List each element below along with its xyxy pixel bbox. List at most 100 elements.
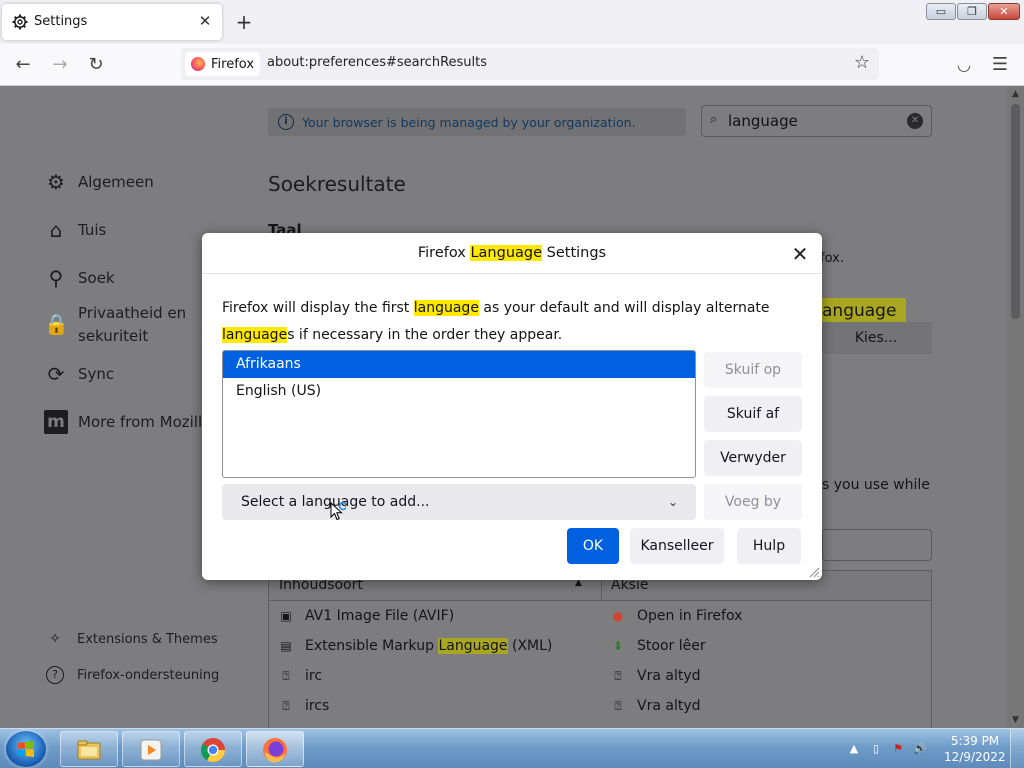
footer-label: Extensions & Themes [77,631,218,647]
scroll-down-arrow-icon[interactable]: ▼ [1007,712,1024,728]
gear-icon [12,14,28,30]
action-cell[interactable]: ⬇ Stoor lêer [611,638,706,654]
lock-icon: 🔒 [44,312,69,336]
action-cell[interactable]: ⍰ Vra altyd [611,668,701,684]
clock-date[interactable]: 12/9/2022 [944,750,1006,764]
content-text: (XML) [507,638,553,654]
show-hidden-icons-icon[interactable]: ▲ [846,741,862,757]
resize-grip-icon[interactable] [808,566,820,578]
scrollbar-thumb[interactable] [1011,104,1020,319]
firefox-icon [263,738,287,763]
preferences-search-box[interactable]: ⌕ ✕ [701,105,932,137]
show-desktop-button[interactable] [1010,729,1024,768]
sidebar-item-label-line1: Privaatheid en [78,304,187,322]
help-icon: ? [46,666,64,684]
add-button[interactable]: Voeg by [704,484,802,520]
action-center-flag-icon[interactable]: ⚑ [890,741,906,757]
choose-languages-button[interactable]: Kies... [820,322,932,354]
tab-title: Settings [34,14,88,29]
volume-icon[interactable]: 🔊 [912,741,928,757]
scroll-up-arrow-icon[interactable]: ▲ [1007,86,1024,102]
content-type-label: irc [305,668,323,684]
move-up-button[interactable]: Skuif op [704,352,802,388]
close-tab-icon[interactable]: ✕ [196,12,214,30]
clear-search-icon[interactable]: ✕ [907,113,923,129]
table-row[interactable]: ⍰ ircs ⍰ Vra altyd [269,692,931,722]
sidebar-footer-support[interactable]: ? Firefox-ondersteuning [46,666,219,684]
action-label: Stoor lêer [637,638,706,654]
list-item-language[interactable]: English (US) [223,378,695,405]
sidebar-item-label: Sync [78,365,115,383]
action-label: Vra altyd [637,668,701,684]
ask-icon: ⍰ [614,699,622,713]
navigation-toolbar: ← → ↻ Firefox about:preferences#searchRe… [0,44,1024,86]
close-dialog-icon[interactable]: ✕ [788,242,812,266]
url-bar[interactable]: Firefox about:preferences#searchResults … [181,48,879,80]
ask-icon: ⍰ [282,699,290,713]
table-row[interactable]: ⍰ irc ⍰ Vra altyd [269,662,931,692]
taskbar-chrome[interactable] [184,731,242,767]
move-down-button[interactable]: Skuif af [704,396,802,432]
minimize-window-button[interactable]: ▭ [926,3,956,20]
active-languages-list[interactable]: Afrikaans English (US) [222,350,696,478]
sidebar-item-sync[interactable]: ⟳ Sync [44,362,115,386]
document-icon: ▤ [280,639,292,653]
save-download-icon: ⬇ [612,639,624,653]
table-row[interactable]: ▤ Extensible Markup Language (XML) ⬇ Sto… [269,632,931,662]
clock-time[interactable]: 5:39 PM [950,734,1000,748]
action-cell[interactable]: ⍰ Vra altyd [611,698,700,714]
url-text[interactable]: about:preferences#searchResults [267,55,487,70]
sidebar-item-privacy[interactable]: 🔒 Privaatheid en sekuriteit [44,302,186,348]
reload-icon[interactable]: ↻ [84,53,108,77]
folder-icon [77,740,101,760]
hamburger-menu-icon[interactable]: ☰ [988,53,1012,77]
ask-icon: ⍰ [282,669,290,683]
sidebar-item-label: Algemeen [78,173,154,191]
sidebar-item-home[interactable]: ⌂ Tuis [44,218,107,242]
sidebar-item-label: Tuis [78,221,107,239]
available-languages-select[interactable]: Select a language to add... ⌄ [222,484,696,520]
search-input[interactable] [728,112,898,130]
table-row[interactable]: ▣ AV1 Image File (AVIF) ● Open in Firefo… [269,602,931,632]
help-button[interactable]: Hulp [737,528,801,564]
taskbar-firefox[interactable] [246,731,304,767]
search-icon: ⚲ [48,266,64,290]
chevron-down-icon: ⌄ [667,495,678,509]
forward-arrow-icon[interactable]: → [48,53,72,77]
background-search-field[interactable] [822,529,932,561]
managed-policy-notice[interactable]: i Your browser is being managed by your … [268,108,686,136]
content-type-label: Extensible Markup Language (XML) [305,638,552,654]
sidebar-item-more-from-mozilla[interactable]: m More from Mozilla [44,410,206,434]
new-tab-button[interactable]: + [234,12,254,32]
search-highlight: Language [470,245,543,261]
sidebar-footer-extensions[interactable]: ✧ Extensions & Themes [46,630,218,648]
background-highlight-text: anguage [816,298,906,324]
tab-settings[interactable]: Settings ✕ [2,4,222,40]
title-text: Settings [542,245,607,261]
sidebar-item-label: Soek [78,269,115,287]
network-icon[interactable]: ▯ [868,741,884,757]
background-text: s you use while [822,477,930,493]
pocket-icon[interactable]: ◡ [952,53,976,77]
list-item-language[interactable]: Afrikaans [223,351,695,378]
remove-button[interactable]: Verwyder [704,440,802,476]
back-arrow-icon[interactable]: ← [11,53,35,77]
taskbar-media-player[interactable] [122,731,180,767]
close-window-button[interactable]: ✕ [988,3,1020,20]
page-scrollbar[interactable]: ▲ ▼ [1007,86,1024,728]
action-cell[interactable]: ● Open in Firefox [611,608,743,624]
sidebar-item-search[interactable]: ⚲ Soek [44,266,115,290]
sidebar-item-general[interactable]: ⚙ Algemeen [44,170,154,194]
search-icon: ⌕ [710,112,718,127]
content-type-label: ircs [305,698,330,714]
cancel-button[interactable]: Kanselleer [630,528,724,564]
ok-button[interactable]: OK [567,528,619,564]
search-highlight: language [222,327,288,343]
identity-box[interactable]: Firefox [185,52,261,76]
taskbar-file-explorer[interactable] [60,731,118,767]
language-settings-dialog: Firefox Language Settings ✕ Firefox will… [202,233,822,580]
start-button[interactable] [6,731,46,767]
desc-text: s if necessary in the order they appear. [287,327,563,343]
maximize-window-button[interactable]: ❐ [957,3,987,20]
bookmark-star-icon[interactable]: ☆ [851,52,873,74]
